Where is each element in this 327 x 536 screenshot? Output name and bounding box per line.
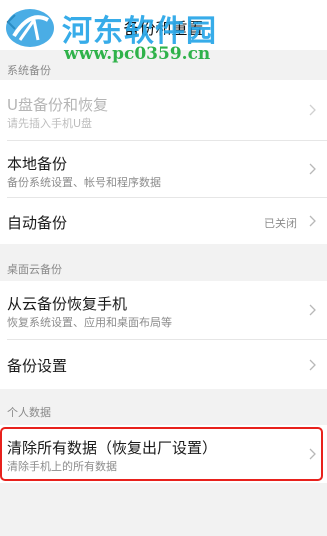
cloud-restore-subtitle: 恢复系统设置、应用和桌面布局等 (7, 316, 172, 329)
cloud-restore-row[interactable]: 从云备份恢复手机 恢复系统设置、应用和桌面布局等 (0, 281, 327, 339)
highlight-box (0, 427, 323, 481)
local-backup-title: 本地备份 (7, 155, 68, 173)
cloud-backup-card: 从云备份恢复手机 恢复系统设置、应用和桌面布局等 备份设置 (0, 281, 327, 389)
auto-backup-title: 自动备份 (7, 214, 68, 232)
usb-backup-title: U盘备份和恢复 (7, 96, 108, 114)
cloud-restore-title: 从云备份恢复手机 (7, 295, 128, 313)
section-label-cloud: 桌面云备份 (7, 263, 62, 276)
watermark-logo (6, 9, 54, 47)
auto-backup-row[interactable]: 自动备份 已关闭 (0, 198, 327, 244)
usb-backup-subtitle: 请先插入手机U盘 (7, 117, 93, 130)
chevron-right-icon (309, 163, 316, 175)
section-label-personal: 个人数据 (7, 406, 51, 419)
chevron-right-icon (309, 215, 316, 227)
watermark-url: www.pc0359.cn (64, 44, 211, 64)
usb-backup-row[interactable]: U盘备份和恢复 请先插入手机U盘 (0, 80, 327, 140)
auto-backup-status: 已关闭 (264, 217, 297, 230)
backup-settings-title: 备份设置 (7, 357, 68, 375)
chevron-right-icon (309, 304, 316, 316)
backup-settings-row[interactable]: 备份设置 (0, 340, 327, 389)
system-backup-card: U盘备份和恢复 请先插入手机U盘 本地备份 备份系统设置、帐号和程序数据 自动备… (0, 80, 327, 244)
chevron-right-icon (309, 359, 316, 371)
local-backup-row[interactable]: 本地备份 备份系统设置、帐号和程序数据 (0, 141, 327, 197)
local-backup-subtitle: 备份系统设置、帐号和程序数据 (7, 176, 161, 189)
chevron-right-icon (309, 104, 316, 116)
section-label-system: 系统备份 (7, 64, 51, 77)
